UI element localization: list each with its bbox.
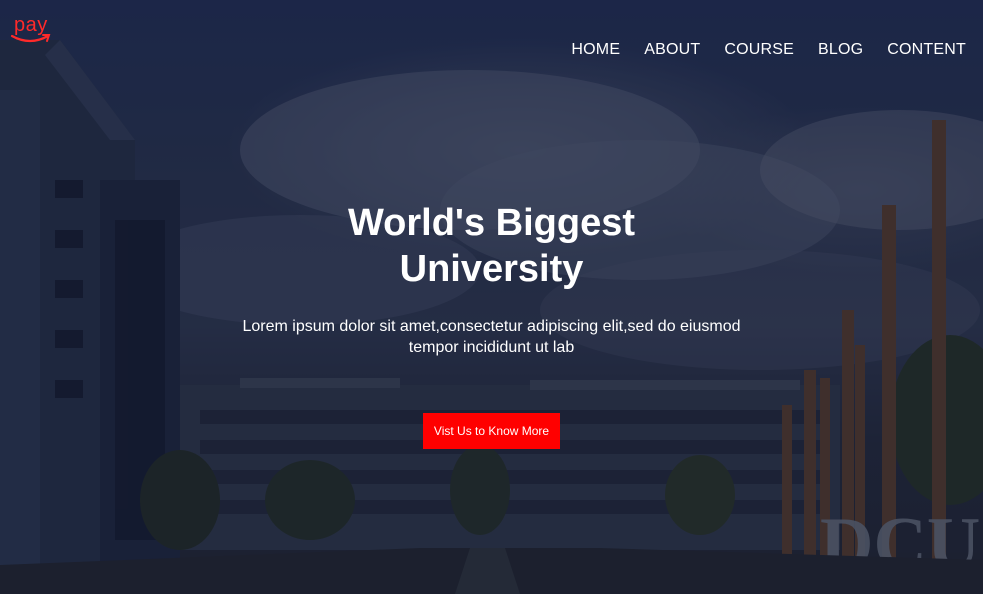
hero-title: World's Biggest University <box>347 202 636 290</box>
brand-logo[interactable]: pay <box>10 14 58 50</box>
main-nav: HOME ABOUT COURSE BLOG CONTENT <box>571 41 966 59</box>
nav-home[interactable]: HOME <box>571 41 620 59</box>
hero-section: DCU pay HOME ABOUT COURSE BLOG CONTENT W… <box>0 0 983 594</box>
nav-blog[interactable]: BLOG <box>818 41 863 59</box>
visit-us-button[interactable]: Vist Us to Know More <box>422 413 561 449</box>
nav-content[interactable]: CONTENT <box>887 41 966 59</box>
nav-about[interactable]: ABOUT <box>644 41 700 59</box>
smile-arrow-icon <box>10 34 51 43</box>
hero-content: World's Biggest University Lorem ipsum d… <box>0 200 983 449</box>
hero-subtitle: Lorem ipsum dolor sit amet,consectetur a… <box>242 318 741 356</box>
nav-course[interactable]: COURSE <box>724 41 794 59</box>
